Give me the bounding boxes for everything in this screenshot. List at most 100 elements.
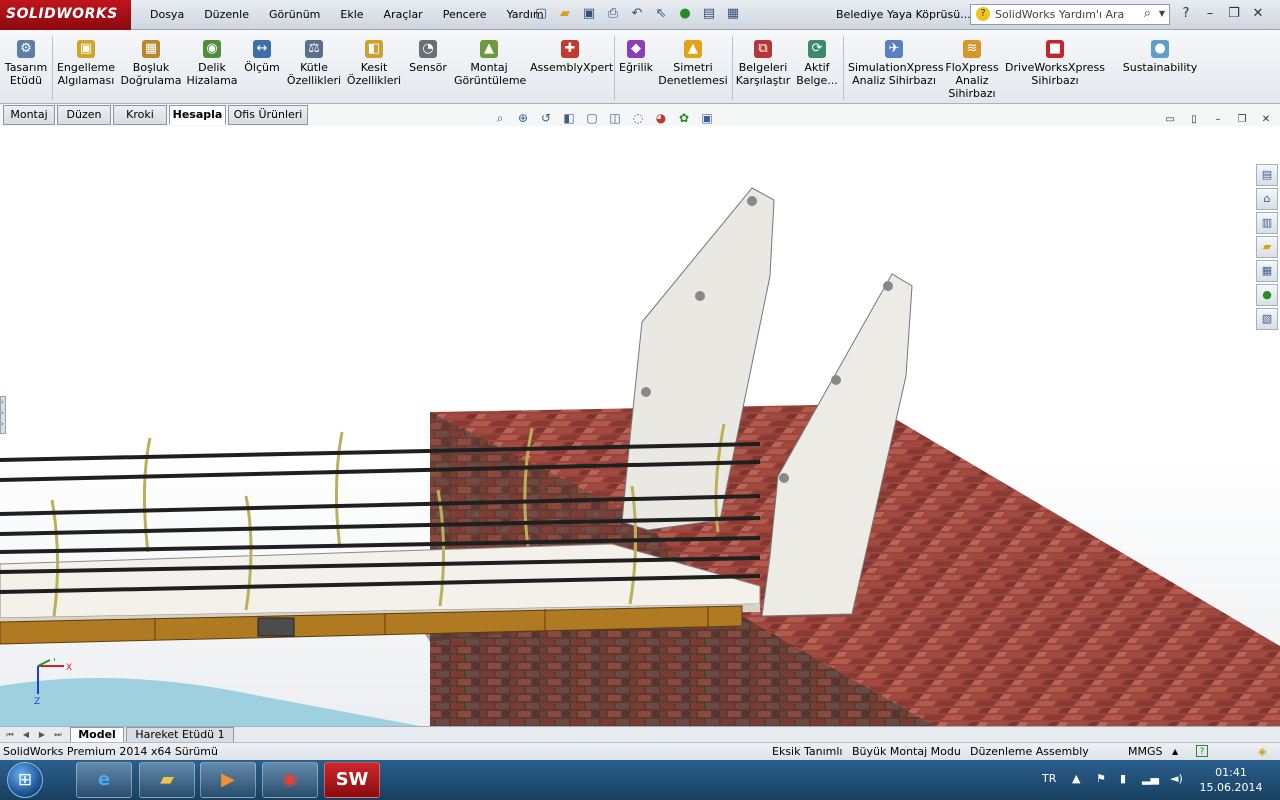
help-status-icon[interactable]: ? [1196,745,1208,757]
kesit-ozellikleri-button[interactable]: ◧ Kesit Özellikleri [346,36,402,87]
file-manager-icon[interactable]: ▰ [139,762,195,798]
select-arrow-icon[interactable]: ⇖ [652,4,670,24]
delik-hizalama-button[interactable]: ◉ Delik Hizalama [186,36,238,87]
tab-ofis-urunleri[interactable]: Ofis Ürünleri [228,105,308,125]
mass-properties-icon: ⚖ [305,40,323,58]
tab-model[interactable]: Model [70,727,124,743]
network-icon[interactable]: ▂▄ [1142,772,1159,785]
last-tab-icon[interactable]: ⏭ [52,729,64,741]
menu-gorunum[interactable]: Görünüm [259,0,330,30]
solidworks-resources-icon[interactable]: ▤ [1256,164,1278,186]
file-explorer-icon[interactable]: ▰ [1256,236,1278,258]
tab-hareket-etudu[interactable]: Hareket Etüdü 1 [126,727,234,743]
ribbon-label: Sihirbazı [1031,74,1079,87]
close-icon[interactable]: ✕ [1250,4,1266,24]
feature-manager-toggle[interactable]: › › › [0,396,6,434]
belgeleri-karsilastir-button[interactable]: ⧉ Belgeleri Karşılaştır [734,36,792,87]
hide-show-icon[interactable]: ◌ [628,108,648,128]
file-properties-icon[interactable]: ▤ [700,4,718,24]
solidworks-icon[interactable]: SW [324,762,380,798]
prev-tab-icon[interactable]: ◀ [20,729,32,741]
ribbon-label: Delik [198,61,226,74]
olcum-button[interactable]: ↔ Ölçüm [242,36,282,74]
bosluk-dogrulama-button[interactable]: ▦ Boşluk Doğrulama [120,36,182,87]
chevron-down-icon[interactable]: ▼ [1159,9,1165,18]
search-icon[interactable]: ⌕ [1144,6,1151,21]
unit-up-arrow-icon[interactable]: ▲ [1172,743,1178,760]
doc-close-icon[interactable]: ✕ [1258,110,1274,130]
tab-montaj[interactable]: Montaj [3,105,55,125]
internet-explorer-icon[interactable]: e [76,762,132,798]
edit-appearance-icon[interactable]: ◕ [651,108,671,128]
menu-dosya[interactable]: Dosya [140,0,194,30]
tag-icon[interactable]: ◈ [1258,743,1266,760]
help-search-field[interactable]: ? SolidWorks Yardım'ı Ara ⌕ ▼ [970,4,1170,25]
media-player-icon[interactable]: ▶ [200,762,256,798]
menu-duzenle[interactable]: Düzenle [194,0,259,30]
previous-view-icon[interactable]: ↺ [536,108,556,128]
tile-icon[interactable]: ▭ [1162,110,1178,130]
print-icon[interactable]: ⎙ [604,4,622,24]
language-indicator[interactable]: TR [1042,772,1056,785]
doc-minimize-icon[interactable]: – [1210,110,1226,130]
editing-status: Düzenleme Assembly [970,745,1089,758]
menu-ekle[interactable]: Ekle [330,0,373,30]
help-menu-icon[interactable]: ? [1178,4,1194,24]
rebuild-traffic-light-icon[interactable]: ● [676,4,694,24]
graphics-area[interactable]: › › › X Y Z ▤ ⌂ ▥ ▰ ▦ ● ▧ [0,126,1280,726]
aktif-belge-button[interactable]: ⟳ Aktif Belge... [796,36,838,87]
apply-scene-icon[interactable]: ✿ [674,108,694,128]
solidworks-logo[interactable]: SOLIDWORKS [0,0,131,30]
floxpress-button[interactable]: ≋ FloXpress Analiz Sihirbazı [944,36,1000,100]
action-center-icon[interactable]: ⚑ [1096,772,1106,785]
view-orientation-icon[interactable]: ▢ [582,108,602,128]
egrilik-button[interactable]: ◆ Eğrilik [618,36,654,74]
options-icon[interactable]: ▦ [724,4,742,24]
cascade-icon[interactable]: ▯ [1186,110,1202,130]
view-settings-icon[interactable]: ▣ [697,108,717,128]
zoom-to-area-icon[interactable]: ⊕ [513,108,533,128]
new-document-icon[interactable]: ▢ [532,4,550,24]
bridge-model[interactable] [0,126,1280,726]
montaj-goruntuleme-button[interactable]: ▲ Montaj Görüntüleme [454,36,526,87]
kutle-ozellikleri-button[interactable]: ⚖ Kütle Özellikleri [286,36,342,87]
tab-hesapla[interactable]: Hesapla [169,105,226,125]
usb-icon[interactable]: ▮ [1120,772,1126,785]
driveworksxpress-button[interactable]: ■ DriveWorksXpress Sihirbazı [1004,36,1106,87]
appearances-icon[interactable]: ● [1256,284,1278,306]
sensor-button[interactable]: ◔ Sensör [406,36,450,74]
tab-kroki[interactable]: Kroki [113,105,167,125]
tasarim-etudu-button[interactable]: ⚙ Tasarım Etüdü [3,36,49,87]
chrome-icon[interactable]: ◉ [262,762,318,798]
start-button[interactable]: ⊞ [7,762,43,798]
tab-duzen[interactable]: Düzen [57,105,111,125]
menu-pencere[interactable]: Pencere [433,0,497,30]
minimize-icon[interactable]: – [1202,4,1218,24]
volume-icon[interactable]: ◄) [1170,772,1183,785]
show-hidden-icons-icon[interactable]: ▲ [1072,772,1080,785]
ribbon-separator [614,36,615,100]
home-icon[interactable]: ⌂ [1256,188,1278,210]
design-library-icon[interactable]: ▥ [1256,212,1278,234]
sustainability-button[interactable]: ● Sustainability [1122,36,1198,74]
open-folder-icon[interactable]: ▰ [556,4,574,24]
next-tab-icon[interactable]: ▶ [36,729,48,741]
first-tab-icon[interactable]: ⏮ [4,729,16,741]
section-view-icon[interactable]: ◧ [559,108,579,128]
zoom-to-fit-icon[interactable]: ⌕ [490,108,510,128]
save-icon[interactable]: ▣ [580,4,598,24]
custom-properties-icon[interactable]: ▧ [1256,308,1278,330]
view-palette-icon[interactable]: ▦ [1256,260,1278,282]
doc-restore-icon[interactable]: ❐ [1234,110,1250,130]
simetri-denetlemesi-button[interactable]: ▲ Simetri Denetlemesi [658,36,728,87]
menu-araclar[interactable]: Araçlar [374,0,433,30]
display-style-icon[interactable]: ◫ [605,108,625,128]
unit-system[interactable]: MMGS [1128,743,1163,760]
undo-icon[interactable]: ↶ [628,4,646,24]
simulationxpress-button[interactable]: ✈ SimulationXpress Analiz Sihirbazı [848,36,944,87]
clock[interactable]: 01:41 15.06.2014 [1196,765,1266,795]
restore-icon[interactable]: ❐ [1226,4,1242,24]
engelleme-algilamasi-button[interactable]: ▣ Engelleme Algılaması [56,36,116,87]
large-assembly-mode: Büyük Montaj Modu [852,745,961,758]
assemblyxpert-button[interactable]: ✚ AssemblyXpert [530,36,613,74]
